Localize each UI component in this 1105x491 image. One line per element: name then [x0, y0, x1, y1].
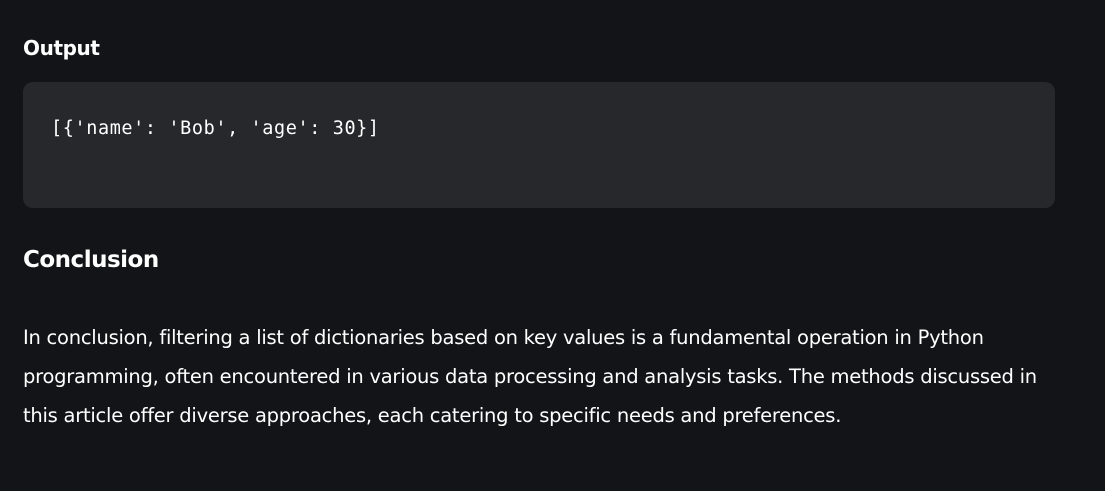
code-block: [{'name': 'Bob', 'age': 30}] [23, 82, 1055, 208]
output-heading: Output [23, 36, 100, 60]
conclusion-paragraph: In conclusion, filtering a list of dicti… [23, 326, 1037, 427]
article-page: Output [{'name': 'Bob', 'age': 30}] Conc… [0, 0, 1105, 491]
conclusion-heading: Conclusion [23, 247, 159, 273]
code-output-text[interactable]: [{'name': 'Bob', 'age': 30}] [51, 116, 1027, 142]
